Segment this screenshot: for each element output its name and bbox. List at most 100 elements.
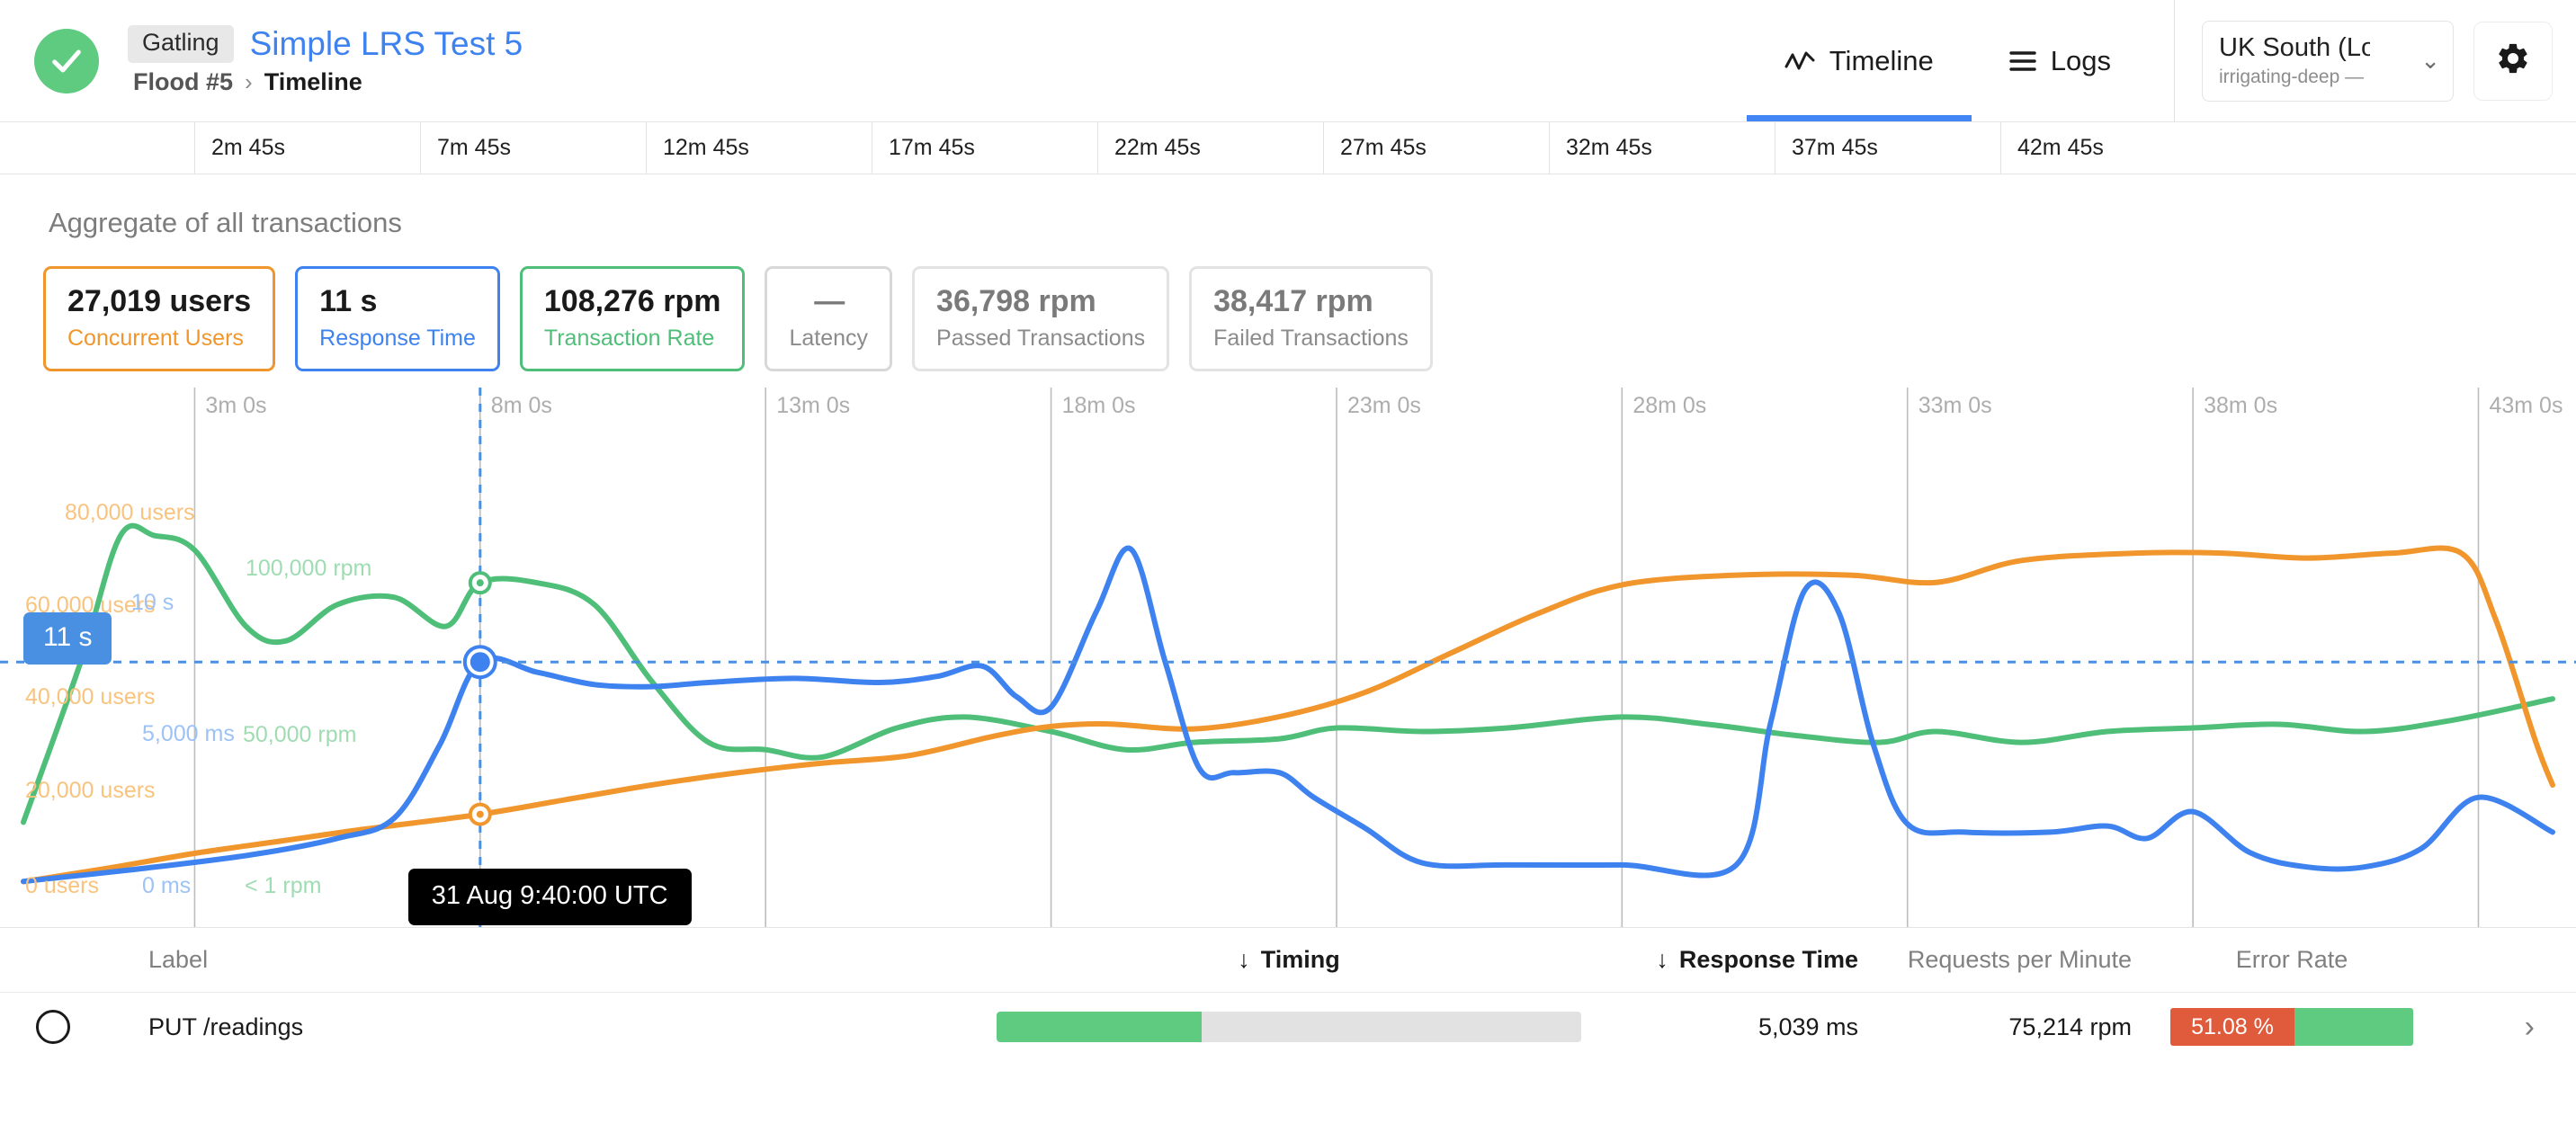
- stat-card[interactable]: 27,019 users Concurrent Users: [43, 266, 276, 372]
- chart-gridline-label: 13m 0s: [776, 393, 851, 419]
- region-name: UK South (London): [2219, 33, 2370, 62]
- gear-icon: [2495, 40, 2531, 81]
- chevron-right-icon: ›: [245, 68, 253, 95]
- tab-logs[interactable]: Logs: [1972, 0, 2149, 121]
- ruler-tick: 32m 45s: [1549, 122, 1775, 174]
- error-rate-good: [2294, 1008, 2413, 1047]
- stat-card-value: 108,276 rpm: [543, 284, 721, 318]
- ruler-tick: 27m 45s: [1323, 122, 1549, 174]
- ruler-tick: 42m 45s: [2000, 122, 2226, 174]
- stat-card-label: Latency: [789, 326, 869, 351]
- stat-card[interactable]: — Latency: [765, 266, 893, 372]
- table-header-row: Label ↓ Timing ↓ Response Time Requests …: [0, 928, 2576, 994]
- ruler-tick: 17m 45s: [872, 122, 1097, 174]
- app-header: Gatling Simple LRS Test 5 Flood #5 › Tim…: [0, 0, 2576, 122]
- chart-gridline-label: 3m 0s: [205, 393, 267, 419]
- header-label[interactable]: Label: [79, 946, 979, 974]
- row-toggle[interactable]: [0, 1010, 79, 1045]
- chart-canvas: [0, 388, 2576, 928]
- chart-axis-tick-label: 80,000 users: [65, 500, 195, 526]
- chart-gridline-label: 33m 0s: [1918, 393, 1992, 419]
- stat-card-value: 38,417 rpm: [1213, 284, 1373, 318]
- ruler-tick: 22m 45s: [1097, 122, 1323, 174]
- breadcrumb-parent[interactable]: Flood #5: [133, 68, 233, 96]
- chart-hover-marker-dot: [476, 579, 484, 587]
- breadcrumb-current: Timeline: [264, 68, 362, 95]
- error-rate-bad: 51.08 %: [2170, 1008, 2294, 1047]
- tab-logs-label: Logs: [2050, 44, 2111, 76]
- region-detail: irrigating-deep — 1 node: [2219, 67, 2370, 87]
- timeline-chart[interactable]: 3m 0s 8m 0s 13m 0s 18m 0s 23m 0s 28m 0s 33m 0s…: [0, 388, 2576, 928]
- stat-card-label: Failed Transactions: [1213, 326, 1409, 352]
- chart-axis-tick-label: 10 s: [131, 590, 174, 616]
- stat-cards: 27,019 users Concurrent Users 11 s Response…: [43, 266, 2576, 372]
- timeline-ruler: 2m 45s 7m 45s 12m 45s 17m 45s 22m 45s 27m 45s…: [0, 122, 2576, 174]
- stat-card[interactable]: 36,798 rpm Passed Transactions: [912, 266, 1170, 372]
- ruler-tick: 7m 45s: [420, 122, 646, 174]
- header-response-time[interactable]: ↓ Response Time: [1599, 946, 1869, 974]
- region-selector[interactable]: UK South (London) irrigating-deep — 1 no…: [2202, 20, 2454, 102]
- chart-axis-tick-label: 0 ms: [142, 873, 192, 899]
- header-response-sort: ↓ Response Time: [1656, 946, 1858, 974]
- row-error-rate: 51.08 %: [2148, 1008, 2436, 1047]
- sort-down-icon: ↓: [1238, 946, 1250, 974]
- header-response-label: Response Time: [1678, 946, 1858, 974]
- chart-gridline-label: 8m 0s: [490, 393, 552, 419]
- timing-bar: [997, 1012, 1581, 1043]
- chart-axis-tick-label: 5,000 ms: [142, 721, 235, 747]
- stat-card[interactable]: 11 s Response Time: [295, 266, 500, 372]
- check-circle-icon: [34, 28, 99, 94]
- header-rpm[interactable]: Requests per Minute: [1869, 946, 2148, 974]
- chart-gridline-label: 43m 0s: [2489, 393, 2563, 419]
- stat-card-value: 11 s: [319, 284, 378, 318]
- breadcrumb: Flood #5 › Timeline: [133, 68, 523, 96]
- header-divider: [2174, 0, 2175, 121]
- row-label: PUT /readings: [148, 1013, 304, 1040]
- active-tab-underline: [1746, 115, 1972, 121]
- stat-card-label: Response Time: [319, 326, 476, 352]
- region-text: UK South (London) irrigating-deep — 1 no…: [2219, 33, 2415, 88]
- chart-hover-marker-dot: [476, 810, 484, 818]
- chart-axis-tick-label: 50,000 rpm: [243, 722, 357, 748]
- settings-button[interactable]: [2473, 21, 2553, 101]
- chart-axis-tick-label: 20,000 users: [25, 778, 156, 804]
- tab-timeline[interactable]: Timeline: [1746, 0, 1972, 121]
- chart-axis-tick-label: < 1 rpm: [245, 873, 322, 899]
- circle-icon: [36, 1010, 70, 1045]
- ruler-tick: 37m 45s: [1775, 122, 2000, 174]
- row-response-time: 5,039 ms: [1758, 1013, 1858, 1040]
- stat-card[interactable]: 38,417 rpm Failed Transactions: [1189, 266, 1433, 372]
- ruler-tick: 2m 45s: [194, 122, 420, 174]
- timeline-icon: [1784, 49, 1815, 73]
- header-timing[interactable]: ↓ Timing: [979, 946, 1599, 974]
- header-timing-sort: ↓ Timing: [1238, 946, 1340, 974]
- tab-timeline-label: Timeline: [1829, 44, 1934, 76]
- stat-card[interactable]: 108,276 rpm Transaction Rate: [519, 266, 746, 372]
- tool-tag: Gatling: [128, 25, 234, 63]
- chart-axis-tick-label: 40,000 users: [25, 684, 156, 710]
- title-block: Gatling Simple LRS Test 5 Flood #5 › Tim…: [128, 25, 523, 96]
- timing-bar-fill: [997, 1012, 1202, 1043]
- header-error-rate[interactable]: Error Rate: [2148, 946, 2436, 974]
- chart-hover-marker-dot: [470, 652, 490, 673]
- stat-card-label: Passed Transactions: [936, 326, 1146, 352]
- chevron-down-icon: ⌄: [2420, 47, 2440, 74]
- stat-card-value: —: [814, 284, 845, 318]
- stat-card-label: Transaction Rate: [543, 326, 715, 352]
- chart-axis-tick-label: 100,000 rpm: [246, 556, 372, 582]
- chart-axis-tick-label: 0 users: [25, 873, 99, 899]
- table-row[interactable]: PUT /readings 5,039 ms 75,214 rpm 51.08 …: [0, 993, 2576, 1061]
- transactions-table: Label ↓ Timing ↓ Response Time Requests …: [0, 927, 2576, 1062]
- stat-card-value: 27,019 users: [67, 284, 252, 318]
- aggregate-title: Aggregate of all transactions: [49, 207, 402, 238]
- stat-card-value: 36,798 rpm: [936, 284, 1096, 318]
- row-timing: [979, 1012, 1599, 1043]
- row-expand-chevron[interactable]: ›: [2436, 1010, 2576, 1045]
- hover-value-badge: 11 s: [23, 612, 112, 665]
- row-rpm: 75,214 rpm: [2008, 1013, 2132, 1040]
- test-name-link[interactable]: Simple LRS Test 5: [250, 25, 523, 63]
- ruler-tick: 12m 45s: [646, 122, 872, 174]
- chart-gridline-label: 18m 0s: [1061, 393, 1136, 419]
- chart-gridline-label: 28m 0s: [1632, 393, 1707, 419]
- stat-card-label: Concurrent Users: [67, 326, 244, 352]
